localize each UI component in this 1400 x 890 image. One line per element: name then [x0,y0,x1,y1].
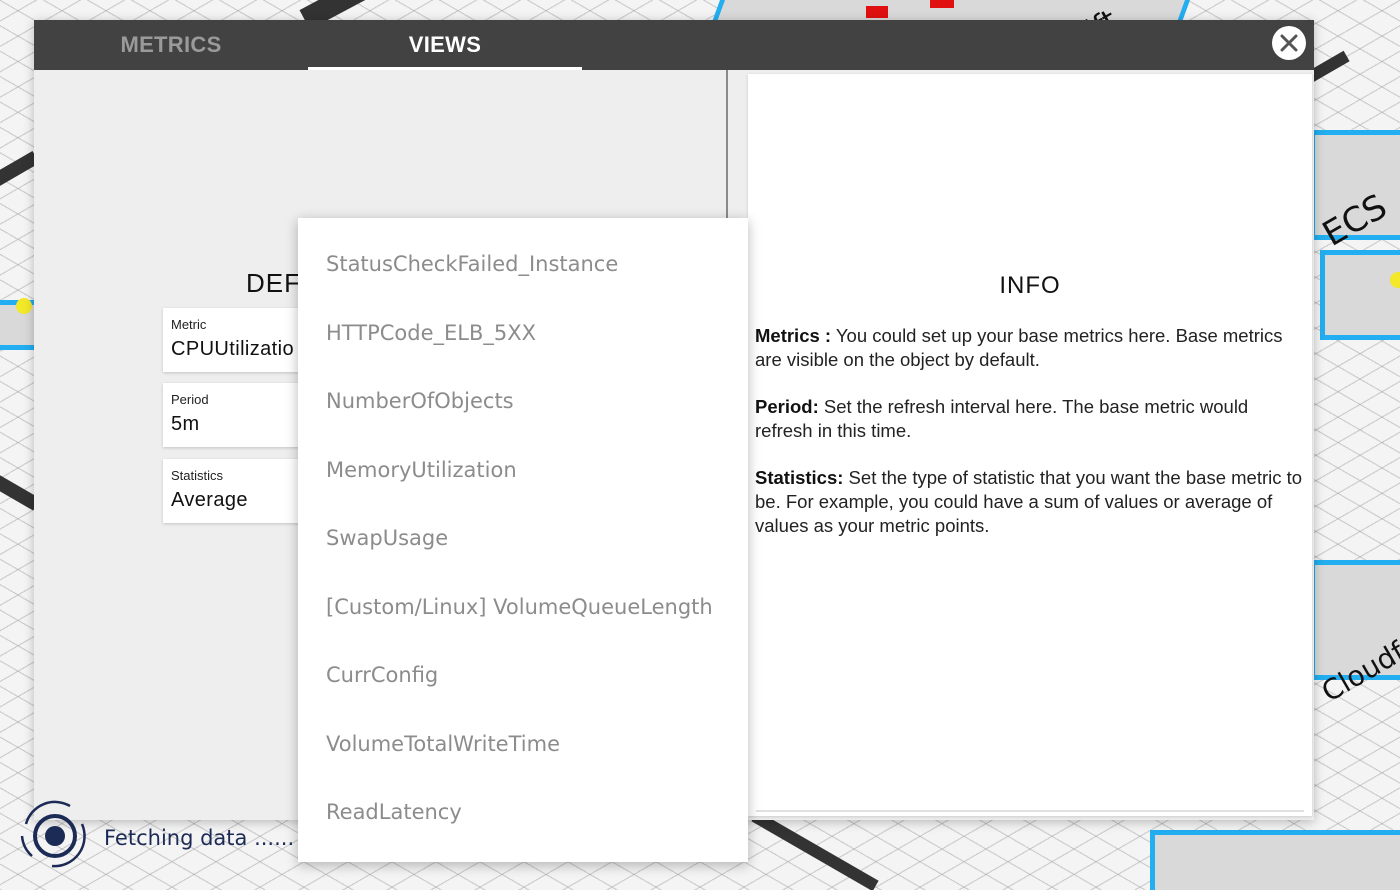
scene-tile [1150,830,1400,890]
settings-title: DEF [246,268,301,298]
metric-dropdown-menu: StatusCheckFailed_Instance HTTPCode_ELB_… [298,218,748,862]
scene-tile [1320,250,1400,340]
info-statistics: Statistics: Set the type of statistic th… [755,466,1305,538]
dropdown-option[interactable]: HTTPCode_ELB_5XX [326,321,536,345]
info-panel: INFO Metrics : You could set up your bas… [748,74,1312,816]
scene-marker [930,0,954,8]
tab-metrics[interactable]: METRICS [34,20,308,70]
dropdown-option[interactable]: [Custom/Linux] VolumeQueueLength [326,595,713,619]
tab-views[interactable]: VIEWS [308,20,582,70]
scene-marker [16,298,32,314]
scene-marker [1390,272,1400,288]
info-period: Period: Set the refresh interval here. T… [755,395,1305,443]
info-title: INFO [999,272,1061,299]
info-body: Metrics : You could set up your base met… [755,324,1305,561]
dropdown-option[interactable]: MemoryUtilization [326,458,517,482]
info-period-text: Set the refresh interval here. The base … [755,396,1249,441]
info-metrics-text: You could set up your base metrics here.… [755,325,1283,370]
loading-spinner-icon [20,800,86,868]
status-text: Fetching data ...... [104,826,295,850]
info-statistics-term: Statistics: [755,467,844,488]
close-button[interactable] [1272,26,1306,60]
dropdown-option[interactable]: VolumeTotalWriteTime [326,732,560,756]
dropdown-option[interactable]: StatusCheckFailed_Instance [326,252,618,276]
info-metrics: Metrics : You could set up your base met… [755,324,1305,372]
scene-marker [866,6,888,18]
info-bottom-rule [756,810,1304,812]
dropdown-option[interactable]: NumberOfObjects [326,389,514,413]
scene-road [751,810,879,890]
info-period-term: Period: [755,396,819,417]
dropdown-option[interactable]: ReadLatency [326,800,462,824]
dropdown-option[interactable]: CurrConfig [326,663,438,687]
tab-bar: METRICS VIEWS [34,20,1314,70]
dropdown-option[interactable]: SwapUsage [326,526,448,550]
info-metrics-term: Metrics : [755,325,832,346]
close-icon [1280,34,1298,52]
